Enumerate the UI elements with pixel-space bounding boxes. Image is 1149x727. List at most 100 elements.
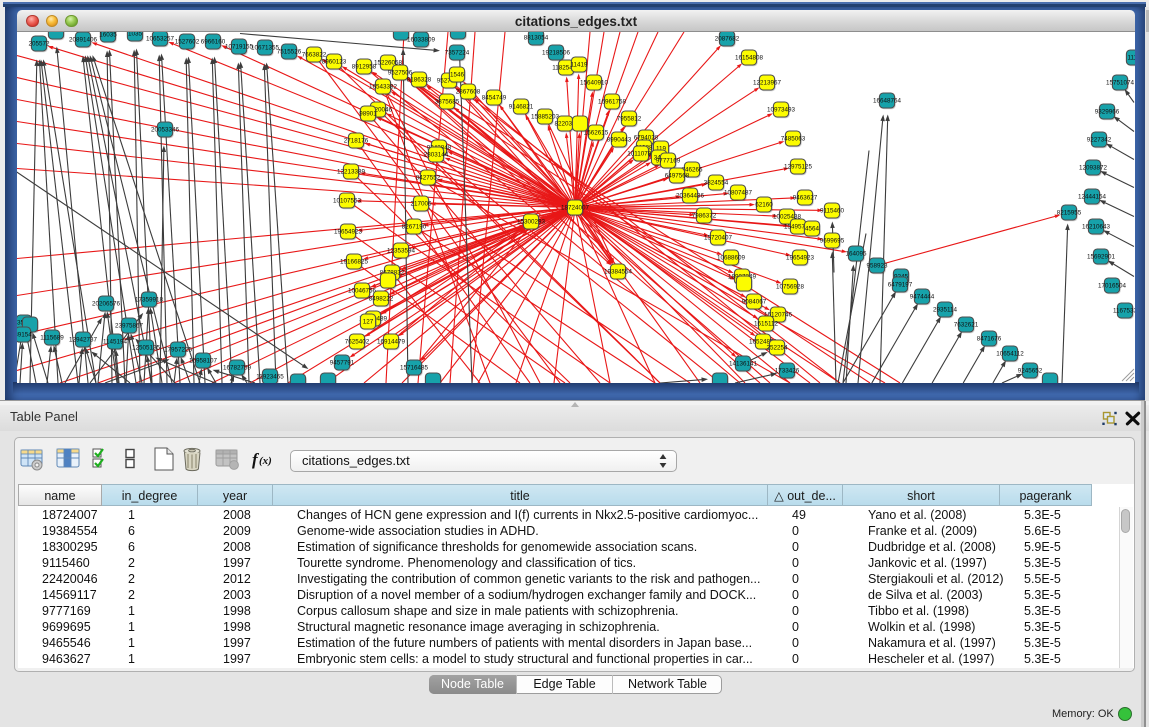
svg-text:20053346: 20053346	[151, 126, 180, 133]
svg-text:1115689: 1115689	[40, 334, 64, 341]
svg-text:127: 127	[363, 318, 374, 325]
svg-text:2803144: 2803144	[424, 151, 449, 158]
svg-text:15885203: 15885203	[531, 113, 560, 120]
svg-text:9329966: 9329966	[1095, 108, 1120, 115]
svg-text:15300293: 15300293	[517, 218, 546, 225]
svg-text:7625402: 7625402	[345, 338, 370, 345]
svg-text:7357224: 7357224	[445, 49, 470, 56]
svg-text:164095: 164095	[845, 250, 867, 257]
svg-text:205572: 205572	[28, 40, 50, 47]
svg-text:(x): (x)	[259, 455, 272, 467]
svg-text:39154: 39154	[17, 331, 32, 338]
svg-text:20364436: 20364436	[676, 192, 705, 199]
svg-text:11923465: 11923465	[256, 373, 284, 380]
svg-text:12213389: 12213389	[337, 168, 366, 175]
svg-text:6479197: 6479197	[888, 281, 913, 288]
svg-text:8454749: 8454749	[482, 94, 507, 101]
svg-text:2867608: 2867608	[456, 88, 481, 95]
svg-text:8427552: 8427552	[416, 174, 441, 181]
svg-text:10046756: 10046756	[348, 287, 377, 294]
svg-text:19654923: 19654923	[786, 254, 815, 261]
svg-text:19166825: 19166825	[340, 258, 369, 265]
svg-text:14136141: 14136141	[729, 360, 758, 367]
svg-text:12353594: 12353594	[387, 247, 416, 254]
svg-text:98901: 98901	[359, 110, 377, 117]
svg-text:10653257: 10653257	[146, 35, 175, 42]
svg-text:217006: 217006	[410, 200, 432, 207]
svg-text:1527602: 1527602	[175, 38, 200, 45]
svg-text:8186328: 8186328	[407, 76, 432, 83]
svg-text:9463627: 9463627	[793, 194, 818, 201]
svg-text:15640910: 15640910	[580, 79, 609, 86]
svg-text:15716485: 15716485	[400, 364, 429, 371]
svg-text:15720407: 15720407	[704, 234, 733, 241]
svg-text:10973493: 10973493	[767, 106, 796, 113]
svg-text:4564: 4564	[805, 225, 820, 232]
svg-text:6497568: 6497568	[665, 172, 690, 179]
svg-text:15751074: 15751074	[1106, 79, 1135, 86]
svg-text:15692901: 15692901	[1087, 253, 1116, 260]
svg-text:8267190: 8267190	[402, 223, 427, 230]
svg-text:7955812: 7955812	[617, 115, 642, 122]
svg-text:3824554: 3824554	[704, 179, 729, 186]
svg-text:6966160: 6966160	[201, 38, 226, 45]
svg-text:19218506: 19218506	[542, 49, 571, 56]
svg-text:10807487: 10807487	[724, 189, 753, 196]
svg-text:20891406: 20891406	[69, 36, 98, 43]
svg-text:17359918: 17359918	[135, 296, 164, 303]
svg-text:7632621: 7632621	[954, 321, 979, 328]
svg-text:8471676: 8471676	[977, 335, 1002, 342]
svg-text:1733426: 1733426	[775, 367, 800, 374]
svg-text:1546: 1546	[450, 71, 465, 78]
svg-text:16033809: 16033809	[407, 36, 436, 43]
svg-text:16035: 16035	[99, 32, 117, 39]
svg-text:12444154: 12444154	[1078, 193, 1107, 200]
svg-text:2087682: 2087682	[715, 35, 740, 42]
svg-text:16782759: 16782759	[223, 364, 252, 371]
svg-text:10958107: 10958107	[189, 357, 218, 364]
svg-text:12093872: 12093872	[1079, 164, 1108, 171]
svg-text:7485063: 7485063	[781, 135, 806, 142]
svg-text:10671355: 10671355	[251, 44, 280, 51]
svg-text:10688609: 10688609	[717, 254, 746, 261]
svg-text:8498222: 8498222	[369, 295, 394, 302]
svg-text:10107553: 10107553	[333, 197, 362, 204]
svg-text:8215955: 8215955	[1057, 209, 1082, 216]
svg-text:1035: 1035	[128, 32, 143, 38]
svg-text:9777169: 9777169	[656, 157, 681, 164]
svg-text:23975867: 23975867	[115, 322, 144, 329]
svg-text:18724007: 18724007	[561, 204, 590, 211]
svg-text:2718176: 2718176	[344, 137, 369, 144]
svg-text:10719155: 10719155	[225, 43, 254, 50]
svg-text:20206576: 20206576	[92, 300, 121, 307]
svg-text:8960123: 8960123	[322, 58, 347, 65]
svg-text:9227342: 9227342	[1087, 136, 1112, 143]
svg-text:19654923: 19654923	[334, 228, 363, 235]
svg-text:10756928: 10756928	[776, 283, 805, 290]
svg-text:9474444: 9474444	[910, 293, 935, 300]
svg-text:16648764: 16648764	[873, 97, 902, 104]
svg-text:8990443: 8990443	[607, 136, 632, 143]
svg-text:9245652: 9245652	[1018, 367, 1043, 374]
svg-text:9457791: 9457791	[330, 359, 355, 366]
svg-text:1615112: 1615112	[754, 320, 779, 327]
svg-text:7663822: 7663822	[302, 51, 327, 58]
svg-text:7515526: 7515526	[277, 48, 302, 55]
svg-text:1112: 1112	[1127, 54, 1135, 61]
svg-text:252254: 252254	[766, 344, 788, 351]
svg-text:17016504: 17016504	[1098, 282, 1127, 289]
svg-text:9146821: 9146821	[509, 103, 534, 110]
svg-text:62160: 62160	[755, 201, 773, 208]
svg-text:10654112: 10654112	[996, 350, 1024, 357]
svg-text:9699695: 9699695	[820, 237, 845, 244]
svg-text:11419: 11419	[570, 61, 588, 68]
svg-text:16543382: 16543382	[369, 83, 398, 90]
svg-text:16961758: 16961758	[598, 98, 627, 105]
svg-text:17957225: 17957225	[164, 346, 193, 353]
svg-text:958923: 958923	[866, 262, 888, 269]
svg-text:16154808: 16154808	[735, 54, 764, 61]
svg-text:12505135: 12505135	[132, 344, 161, 351]
svg-text:16210643: 16210643	[1082, 223, 1111, 230]
svg-text:16914479: 16914479	[377, 338, 406, 345]
svg-text:12213967: 12213967	[753, 79, 782, 86]
